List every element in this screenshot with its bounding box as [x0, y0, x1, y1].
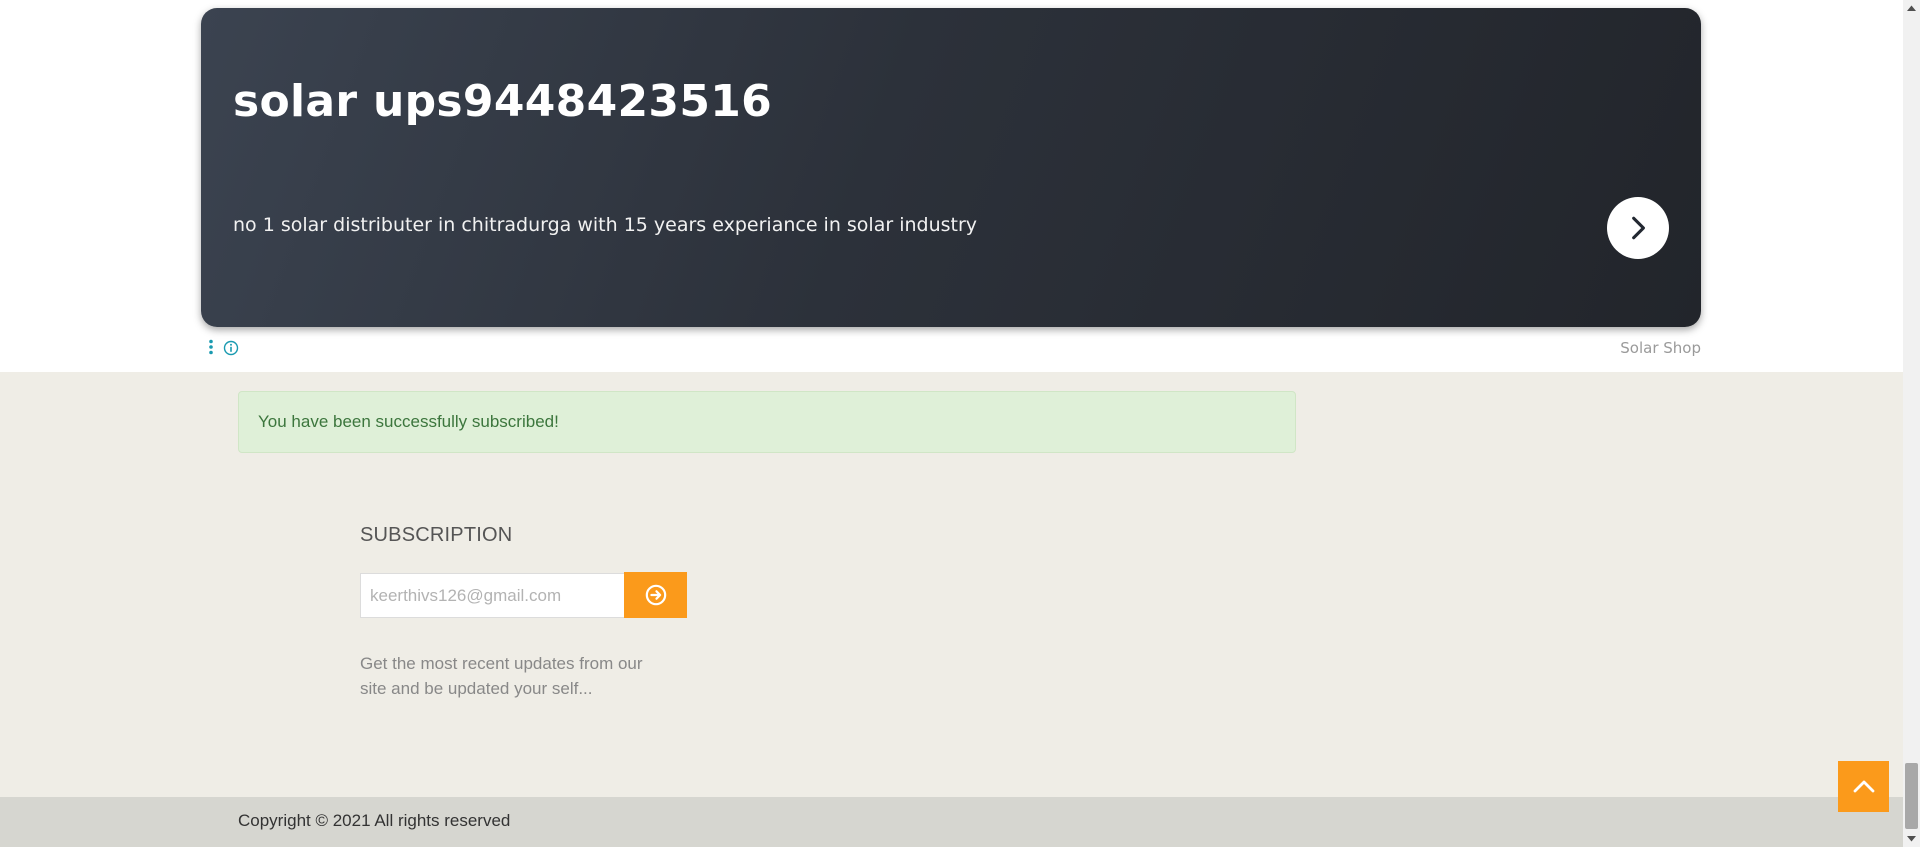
subscription-description: Get the most recent updates from our sit… — [360, 654, 643, 698]
vertical-dots-icon[interactable] — [208, 339, 214, 355]
chevron-right-icon — [1632, 216, 1645, 240]
scrollbar-thumb[interactable] — [1905, 763, 1918, 829]
ad-title[interactable]: solar ups9448423516 — [233, 76, 772, 127]
back-to-top-button[interactable] — [1838, 761, 1889, 812]
ad-advertiser-name[interactable]: Solar Shop — [1620, 339, 1701, 357]
copyright-text: Copyright © 2021 All rights reserved — [238, 811, 511, 830]
page: solar ups9448423516 no 1 solar distribut… — [0, 0, 1903, 847]
scroll-down-arrow-icon[interactable] — [1903, 830, 1920, 847]
ad-banner[interactable]: solar ups9448423516 no 1 solar distribut… — [201, 8, 1701, 327]
ad-section: solar ups9448423516 no 1 solar distribut… — [0, 0, 1903, 372]
subscription-email-input[interactable] — [360, 573, 625, 618]
scroll-up-arrow-icon[interactable] — [1903, 0, 1920, 17]
ad-description[interactable]: no 1 solar distributer in chitradurga wi… — [233, 214, 977, 236]
subscribe-button[interactable] — [624, 572, 687, 618]
arrow-circle-right-icon — [645, 584, 666, 606]
footer: Copyright © 2021 All rights reserved — [0, 797, 1903, 847]
vertical-scrollbar[interactable] — [1903, 0, 1920, 847]
info-icon[interactable] — [223, 340, 239, 356]
ad-next-button[interactable] — [1607, 197, 1669, 259]
subscription-heading: SUBSCRIPTION — [360, 524, 513, 546]
main-content: You have been successfully subscribed! S… — [0, 372, 1903, 797]
success-alert: You have been successfully subscribed! — [238, 391, 1296, 453]
chevron-up-icon — [1853, 780, 1874, 792]
